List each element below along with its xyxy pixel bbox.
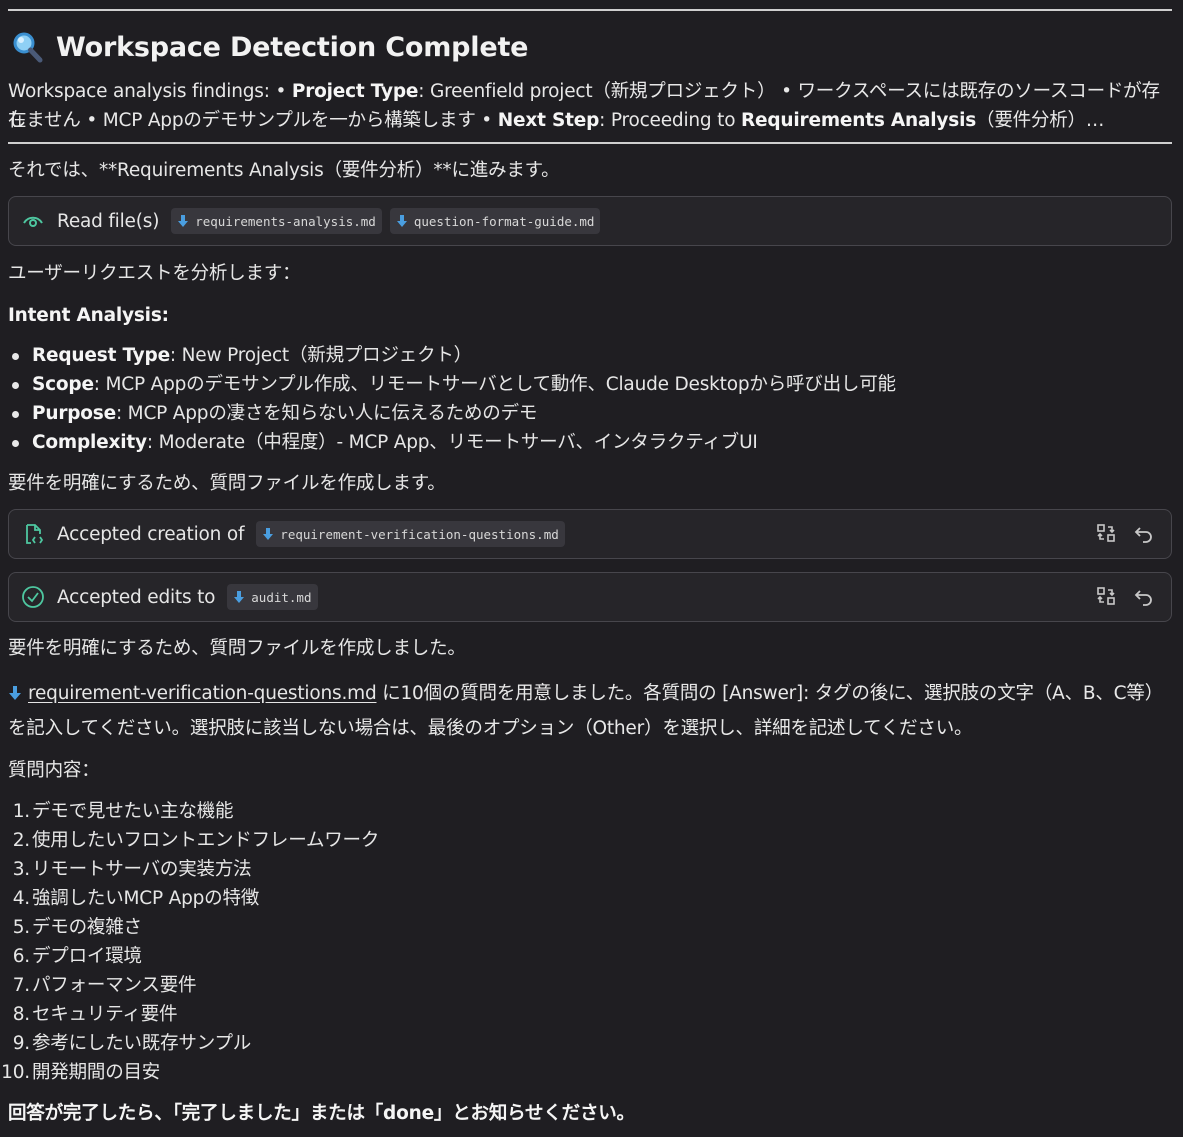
new-file-code-icon: [26, 524, 44, 544]
undo-icon[interactable]: [1133, 522, 1155, 544]
next-step-mid: : Proceeding to: [599, 110, 741, 131]
item-label: Complexity: [32, 432, 147, 453]
next-step-label: Next Step: [497, 110, 600, 131]
intent-heading-text: Intent Analysis:: [8, 305, 169, 326]
instructions-line1: に10個の質問を用意しました。各質問の [Answer]: タグの後に、選択肢の…: [376, 683, 1164, 704]
file-chip-label: audit.md: [251, 589, 312, 605]
item-value: : New Project（新規プロジェクト）: [169, 345, 472, 366]
list-item: Purpose: MCP Appの凄さを知らない人に伝えるためのデモ: [8, 399, 1172, 428]
item-value: : MCP Appの凄さを知らない人に伝えるためのデモ: [115, 403, 538, 424]
question-text: パフォーマンス要件: [32, 975, 197, 996]
file-chip[interactable]: question-format-guide.md: [389, 208, 601, 234]
markdown-arrow-icon: [396, 215, 407, 227]
question-text: リモートサーバの実装方法: [32, 859, 252, 880]
file-chip-label: question-format-guide.md: [413, 213, 595, 229]
list-item: 6. デプロイ環境: [12, 946, 142, 967]
section-heading: Workspace Detection Complete: [8, 29, 1172, 65]
magnifier-icon: [13, 32, 43, 63]
question-text: デモで見せたい主な機能: [32, 801, 234, 822]
project-type-label: Project Type: [291, 81, 419, 102]
diff-compare-icon[interactable]: [1095, 585, 1117, 607]
divider: [8, 142, 1172, 144]
item-value: : MCP Appのデモサンプル作成、リモートサーバとして動作、Claude D…: [93, 374, 896, 395]
read-files-label: Read file(s): [57, 210, 160, 232]
question-text: 参考にしたい既存サンプル: [32, 1033, 252, 1054]
closing-text: 回答が完了したら、「完了しました」または「done」とお知らせください。: [8, 1099, 1172, 1128]
item-label: Scope: [32, 374, 94, 395]
markdown-arrow-icon: [178, 215, 189, 227]
item-label: Request Type: [32, 345, 170, 366]
question-text: セキュリティ要件: [32, 1004, 178, 1025]
item-label: Purpose: [32, 403, 116, 424]
created-text: 要件を明確にするため、質問ファイルを作成しました。: [8, 638, 466, 659]
question-text: 強調したいMCP Appの特徴: [32, 888, 260, 909]
section-title: Workspace Detection Complete: [56, 31, 529, 63]
questions-list: 1. デモで見せたい主な機能 2. 使用したいフロントエンドフレームワーク 3. リモ…: [1, 797, 1172, 1087]
findings-paragraph: Workspace analysis findings: • Project T…: [8, 77, 1172, 135]
list-item: 10. 開発期間の目安: [1, 1062, 161, 1083]
list-item: 3. リモートサーバの実装方法: [12, 859, 252, 880]
findings-line2: しません • MCP Appのデモサンプルを一から構築します •: [8, 110, 498, 131]
list-item: 4. 強調したいMCP Appの特徴: [12, 888, 260, 909]
list-item: Request Type: New Project（新規プロジェクト）: [8, 341, 1172, 370]
next-step-end: （要件分析）…: [976, 110, 1105, 131]
list-item: 7. パフォーマンス要件: [12, 975, 197, 996]
analyze-text: ユーザーリクエストを分析します：: [8, 263, 301, 284]
check-circle-icon: [22, 586, 44, 608]
intent-list: Request Type: New Project（新規プロジェクト） Scop…: [8, 341, 1172, 457]
file-chip[interactable]: requirements-analysis.md: [171, 208, 382, 234]
instructions-paragraph: requirement-verification-questions.md に1…: [8, 676, 1172, 746]
file-chip-label: requirements-analysis.md: [195, 213, 376, 229]
question-text: 開発期間の目安: [32, 1062, 161, 1083]
instructions-line2: を記入してください。選択肢に該当しない場合は、最後のオプション（Other）を選…: [8, 718, 973, 739]
create-text: 要件を明確にするため、質問ファイルを作成します。: [8, 473, 446, 494]
accepted-edits-label: Accepted edits to: [57, 586, 216, 608]
item-value: : Moderate（中程度）- MCP App、リモートサーバ、インタラクティ…: [146, 432, 758, 453]
undo-icon[interactable]: [1133, 585, 1155, 607]
card-actions: [1095, 522, 1155, 544]
intent-heading: Intent Analysis:: [8, 301, 1172, 330]
accepted-creation-label: Accepted creation of: [57, 523, 245, 545]
accepted-creation-card: Accepted creation of requirement-verific…: [8, 509, 1172, 559]
list-item: 2. 使用したいフロントエンドフレームワーク: [12, 830, 380, 851]
question-text: デプロイ環境: [32, 946, 142, 967]
markdown-arrow-icon: [234, 591, 245, 603]
list-item: 1. デモで見せたい主な機能: [12, 801, 234, 822]
file-chip[interactable]: requirement-verification-questions.md: [256, 521, 565, 547]
file-chip[interactable]: audit.md: [227, 584, 318, 610]
question-text: デモの複雑さ: [32, 917, 142, 938]
next-step-target: Requirements Analysis: [741, 110, 977, 131]
eye-icon: [23, 216, 43, 227]
accepted-edits-card: Accepted edits to audit.md: [8, 572, 1172, 622]
proceed-text: それでは、**Requirements Analysis（要件分析）**に進みま…: [8, 160, 560, 181]
list-item: 9. 参考にしたい既存サンプル: [12, 1033, 252, 1054]
markdown-arrow-icon: [9, 686, 21, 700]
file-chip-label: requirement-verification-questions.md: [280, 526, 559, 542]
list-item: Scope: MCP Appのデモサンプル作成、リモートサーバとして動作、Cla…: [8, 370, 1172, 399]
diff-compare-icon[interactable]: [1095, 522, 1117, 544]
read-files-card: Read file(s) requirements-analysis.md qu…: [8, 196, 1172, 246]
questions-heading: 質問内容：: [8, 760, 100, 781]
list-item: 5. デモの複雑さ: [12, 917, 142, 938]
markdown-arrow-icon: [263, 528, 274, 540]
card-actions: [1095, 585, 1155, 607]
chat-response: Workspace Detection Complete Workspace a…: [1, 0, 1172, 1128]
file-link[interactable]: requirement-verification-questions.md: [28, 683, 377, 704]
question-text: 使用したいフロントエンドフレームワーク: [32, 830, 380, 851]
divider: [8, 9, 1172, 11]
findings-intro: Workspace analysis findings: •: [8, 81, 292, 102]
closing-bold: 回答が完了したら、「完了しました」または「done」とお知らせください。: [8, 1103, 635, 1124]
list-item: Complexity: Moderate（中程度）- MCP App、リモートサ…: [8, 428, 1172, 457]
list-item: 8. セキュリティ要件: [12, 1004, 178, 1025]
